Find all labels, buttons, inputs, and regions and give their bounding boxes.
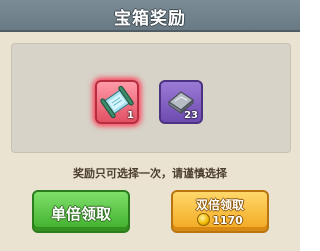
reward-area: [11, 43, 291, 153]
claim-double-label: 双倍领取: [195, 198, 244, 212]
claim-double-button[interactable]: 双倍领取 1170: [171, 190, 269, 233]
reward-quantity: 23: [184, 110, 198, 121]
reward-quantity: 1: [127, 110, 134, 121]
reward-slot-plate[interactable]: 23: [159, 80, 203, 124]
chest-reward-dialog: 宝箱奖励 1 23 奖励只可选择一次，请谨慎选择 单倍领取 双倍领取 1170: [0, 0, 300, 251]
claim-double-cost: 1170: [173, 213, 267, 227]
cost-value: 1170: [212, 214, 243, 227]
dialog-title: 宝箱奖励: [114, 9, 186, 29]
claim-single-button[interactable]: 单倍领取: [32, 190, 130, 233]
selection-notice: 奖励只可选择一次，请谨慎选择: [73, 167, 227, 180]
reward-slot-scroll[interactable]: 1: [95, 80, 139, 124]
coin-icon: [197, 213, 211, 226]
title-bar: 宝箱奖励: [0, 0, 300, 32]
claim-single-label: 单倍领取: [50, 205, 111, 223]
